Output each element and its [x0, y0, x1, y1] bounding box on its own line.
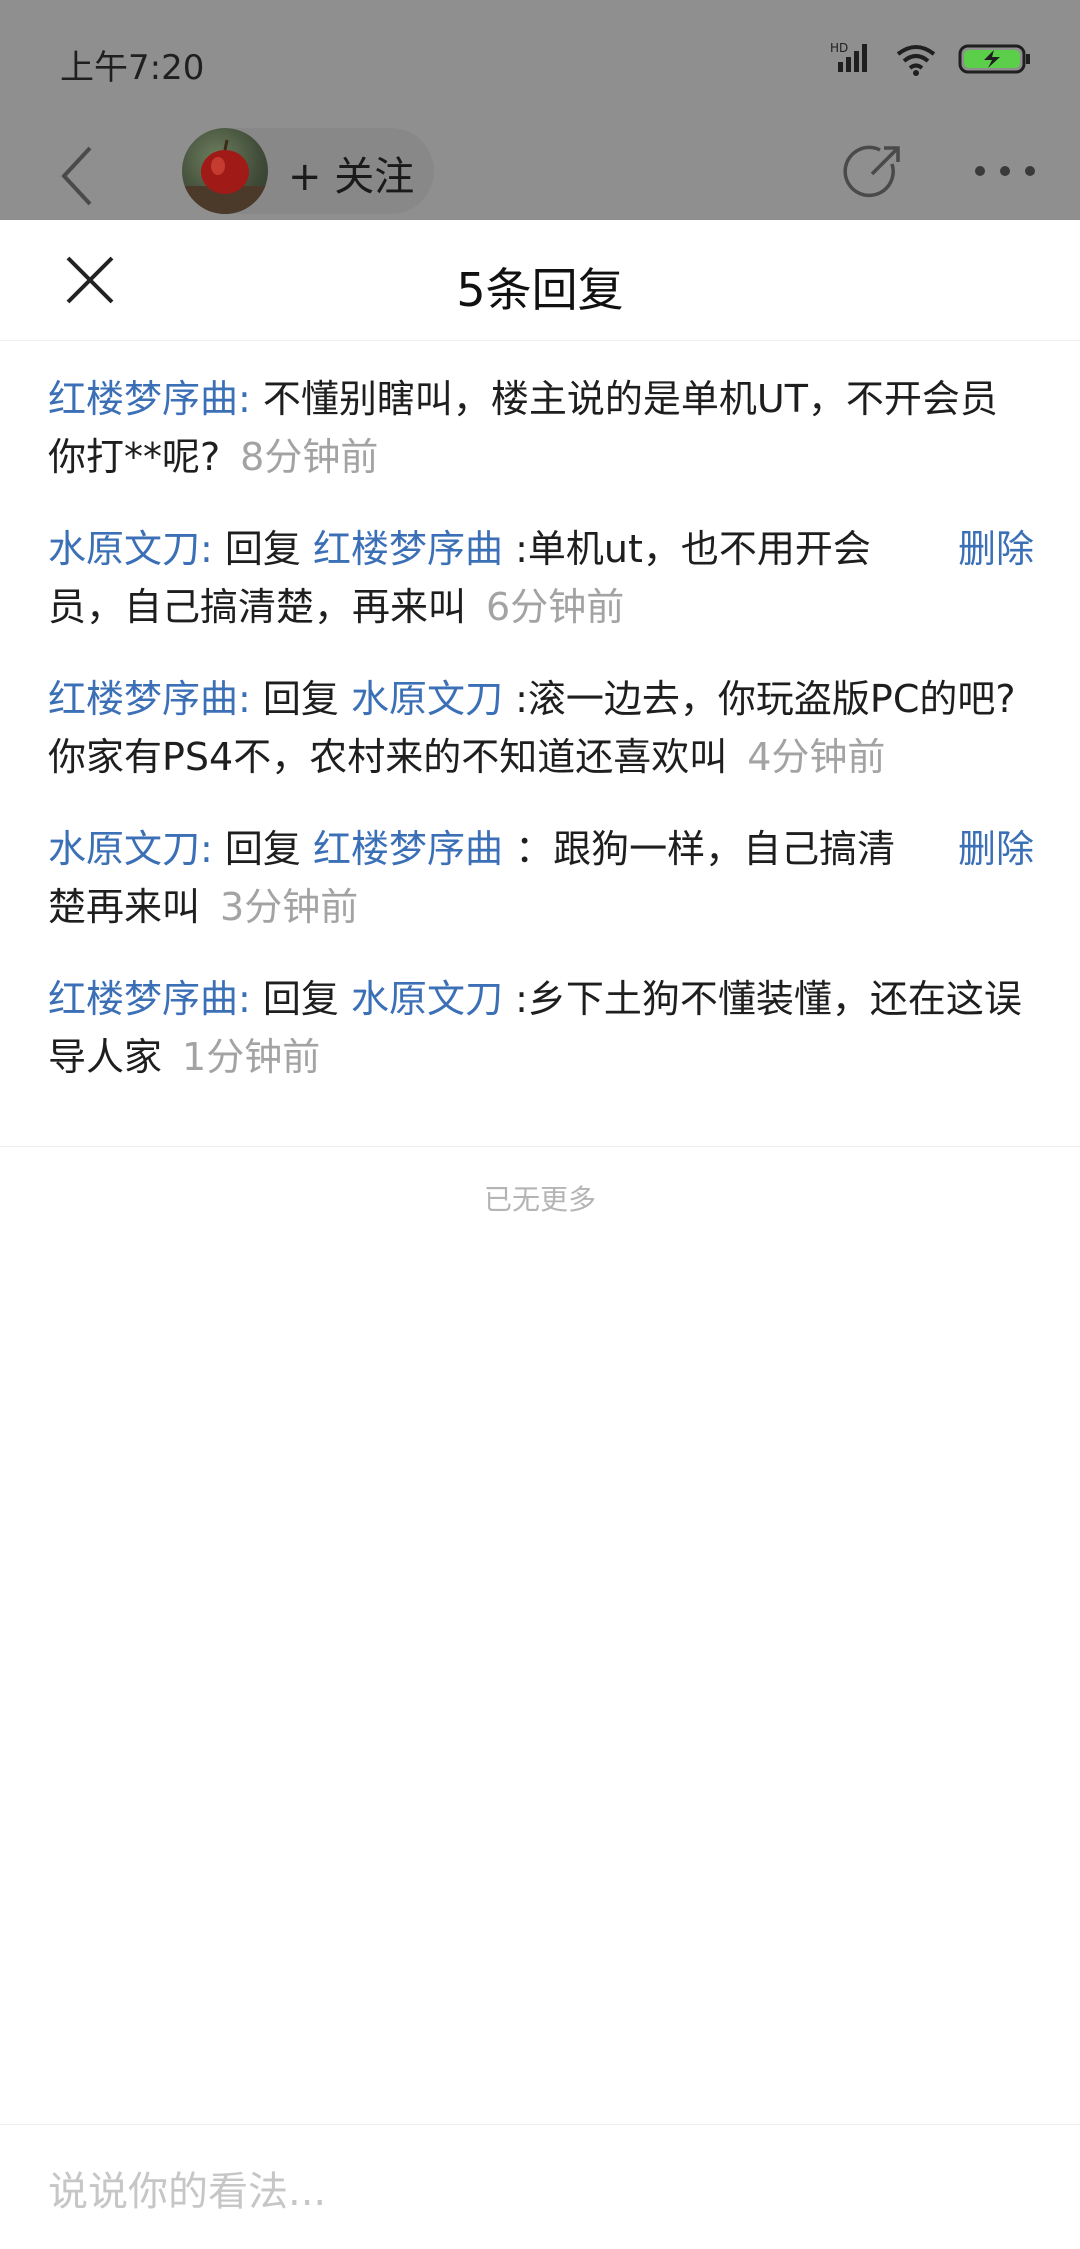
reply-text: 水原文刀: 回复 红楼梦序曲 ：跟狗一样，自己搞清楚再来叫 3分钟前 [48, 820, 1032, 936]
reply-mention[interactable]: 红楼梦序曲 [313, 827, 503, 871]
more-options-icon[interactable] [970, 156, 1040, 186]
follow-button[interactable]: + 关注 [182, 128, 434, 214]
reply-prefix: 回复 [262, 677, 339, 721]
back-arrow-icon[interactable] [58, 144, 98, 208]
reply-prefix: 回复 [224, 827, 301, 871]
reply-item[interactable]: 水原文刀: 回复 红楼梦序曲 :单机ut，也不用开会员，自己搞清楚，再来叫 6分钟… [0, 520, 1080, 636]
list-divider [0, 1146, 1080, 1147]
delete-button[interactable]: 删除 [958, 520, 1034, 578]
reply-prefix: 回复 [224, 527, 301, 571]
reply-author[interactable]: 红楼梦序曲: [48, 977, 251, 1021]
reply-text: 红楼梦序曲: 回复 水原文刀 :乡下土狗不懂装懂，还在这误导人家 1分钟前 [48, 970, 1032, 1086]
reply-item[interactable]: 红楼梦序曲: 回复 水原文刀 :滚一边去，你玩盗版PC的吧? 你家有PS4不，农… [0, 670, 1080, 786]
reply-item[interactable]: 红楼梦序曲: 不懂别瞎叫，楼主说的是单机UT，不开会员你打**呢? 8分钟前 [0, 370, 1080, 486]
no-more-label: 已无更多 [483, 1183, 596, 1216]
reply-time: 3分钟前 [220, 885, 359, 929]
reply-author[interactable]: 红楼梦序曲: [48, 377, 251, 421]
replies-sheet: 5条回复 红楼梦序曲: 不懂别瞎叫，楼主说的是单机UT，不开会员你打**呢? 8分… [0, 220, 1080, 2249]
status-icons: HD [830, 41, 1030, 76]
reply-time: 8分钟前 [240, 435, 379, 479]
comment-input[interactable]: 说说你的看法... [48, 2159, 326, 2217]
reply-prefix: 回复 [262, 977, 339, 1021]
battery-charging-icon [958, 44, 1030, 74]
apple-icon [182, 139, 268, 214]
status-bar: 上午7:20 HD [0, 0, 1080, 120]
reply-text: 水原文刀: 回复 红楼梦序曲 :单机ut，也不用开会员，自己搞清楚，再来叫 6分钟… [48, 520, 1032, 636]
reply-time: 6分钟前 [486, 585, 625, 629]
reply-mention[interactable]: 水原文刀 [351, 677, 503, 721]
hd-signal-icon: HD [830, 41, 867, 72]
wifi-icon [896, 45, 936, 76]
avatar[interactable] [182, 128, 268, 214]
reply-mention[interactable]: 水原文刀 [351, 977, 503, 1021]
sheet-header: 5条回复 [0, 220, 1080, 341]
reply-text: 红楼梦序曲: 不懂别瞎叫，楼主说的是单机UT，不开会员你打**呢? 8分钟前 [48, 370, 1032, 486]
reply-author[interactable]: 水原文刀: [48, 527, 213, 571]
status-time: 上午7:20 [60, 48, 205, 88]
hd-label: HD [830, 41, 848, 55]
delete-button[interactable]: 删除 [958, 820, 1034, 878]
follow-label: + 关注 [288, 154, 415, 200]
reply-time: 4分钟前 [747, 735, 886, 779]
reply-text: 红楼梦序曲: 回复 水原文刀 :滚一边去，你玩盗版PC的吧? 你家有PS4不，农… [48, 670, 1032, 786]
sheet-title: 5条回复 [456, 263, 624, 317]
top-nav-bar: + 关注 [0, 120, 1080, 220]
reply-author[interactable]: 红楼梦序曲: [48, 677, 251, 721]
reply-item[interactable]: 水原文刀: 回复 红楼梦序曲 ：跟狗一样，自己搞清楚再来叫 3分钟前 删除 [0, 820, 1080, 936]
reply-time: 1分钟前 [182, 1035, 321, 1079]
reply-list: 红楼梦序曲: 不懂别瞎叫，楼主说的是单机UT，不开会员你打**呢? 8分钟前 水原… [0, 370, 1080, 1120]
share-icon[interactable] [842, 140, 906, 204]
comment-input-bar: 说说你的看法... [0, 2124, 1080, 2249]
reply-mention[interactable]: 红楼梦序曲 [313, 527, 503, 571]
reply-author[interactable]: 水原文刀: [48, 827, 213, 871]
reply-item[interactable]: 红楼梦序曲: 回复 水原文刀 :乡下土狗不懂装懂，还在这误导人家 1分钟前 [0, 970, 1080, 1086]
